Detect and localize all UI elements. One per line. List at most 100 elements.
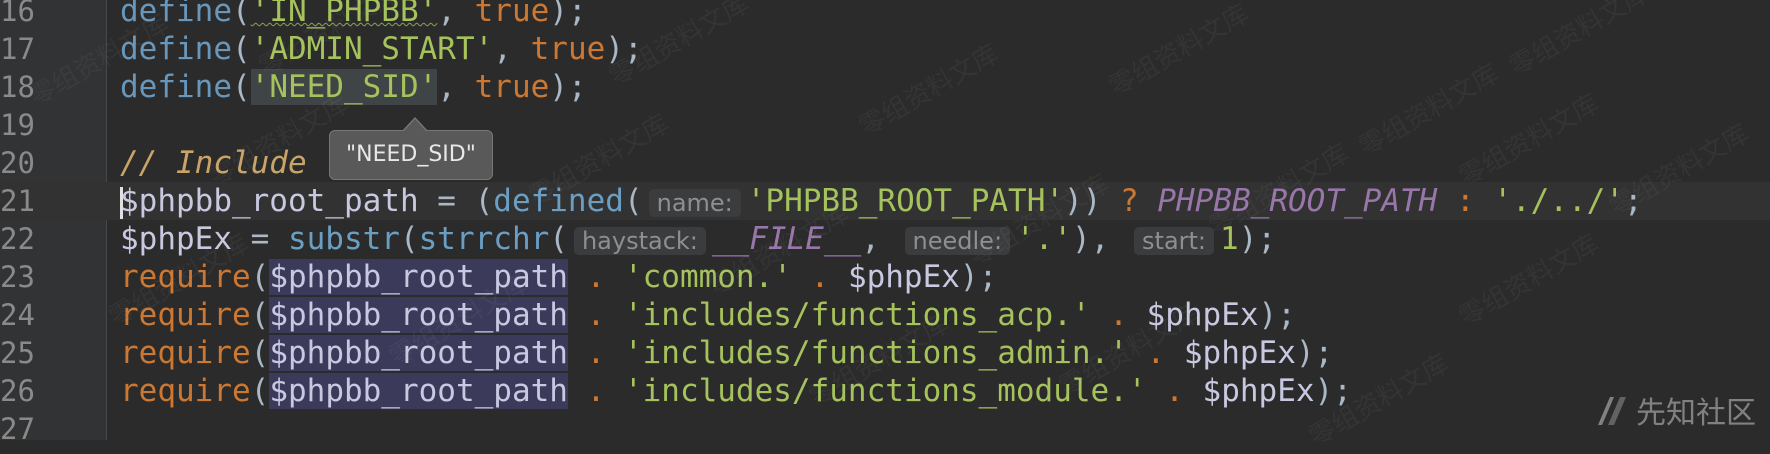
code-token: );: [1295, 335, 1334, 371]
code-token: (: [250, 335, 270, 371]
line-code: require($phpbb_root_path . 'includes/fun…: [120, 372, 1352, 410]
code-line[interactable]: 22 $phpEx = substr(strrchr(haystack: __FIL…: [0, 220, 1770, 258]
line-code: define('IN_PHPBB', true);: [120, 0, 587, 30]
line-number: 23: [0, 260, 35, 294]
line-code: define('NEED_SID', true);: [120, 68, 587, 106]
code-token: .: [567, 297, 624, 333]
line-number: 24: [0, 298, 35, 332]
code-token: );: [549, 69, 587, 105]
code-token: (: [250, 373, 270, 409]
code-token: ?: [1120, 183, 1158, 219]
line-number: 25: [0, 336, 35, 370]
code-token: );: [549, 0, 587, 29]
code-token: $phpEx: [120, 221, 232, 257]
code-token: __FILE__: [711, 221, 862, 257]
code-token: (: [231, 0, 251, 29]
parameter-hint: haystack:: [573, 227, 706, 255]
code-token: $phpbb_root_path: [120, 183, 419, 219]
code-token: :: [1437, 183, 1494, 219]
code-token: (: [549, 221, 568, 257]
code-token: (: [250, 297, 270, 333]
code-token: $phpbb_root_path: [269, 373, 568, 409]
code-token: );: [605, 31, 643, 67]
code-token: =: [231, 221, 288, 257]
line-number: 19: [0, 108, 35, 142]
code-token: true: [474, 69, 550, 105]
line-code: require($phpbb_root_path . 'common.' . $…: [120, 258, 997, 296]
code-token: 'includes/functions_acp.': [623, 297, 1091, 333]
code-token: .: [1127, 335, 1184, 371]
code-token: define: [120, 31, 232, 67]
code-line[interactable]: 18 define('NEED_SID', true);: [0, 68, 1770, 106]
code-token: .: [791, 259, 848, 295]
line-number: 27: [0, 412, 35, 446]
code-token: )): [1064, 183, 1121, 219]
code-token: 1: [1220, 221, 1239, 257]
code-token: );: [1258, 297, 1296, 333]
code-token: true: [530, 31, 606, 67]
line-code: require($phpbb_root_path . 'includes/fun…: [120, 334, 1333, 372]
code-token: ),: [1072, 221, 1129, 257]
code-token: 'includes/functions_module.': [623, 373, 1147, 409]
code-line[interactable]: 17 define('ADMIN_START', true);: [0, 30, 1770, 68]
code-token: 'ADMIN_START': [250, 31, 494, 67]
line-number: 21: [0, 184, 35, 218]
code-token: PHPBB_ROOT_PATH: [1157, 183, 1438, 219]
code-token: = (: [418, 183, 494, 219]
code-token: );: [1238, 221, 1277, 257]
xianzhi-logo-icon: [1596, 393, 1628, 427]
logo-text: 先知社区: [1636, 396, 1756, 431]
code-token: substr: [287, 221, 400, 257]
parameter-tooltip: "NEED_SID": [329, 117, 493, 180]
tooltip-text: "NEED_SID": [346, 142, 476, 167]
code-line[interactable]: 24 require($phpbb_root_path . 'includes/f…: [0, 296, 1770, 334]
code-token: ,: [437, 0, 475, 29]
code-token: 'PHPBB_ROOT_PATH': [746, 183, 1065, 219]
code-token: );: [959, 259, 998, 295]
code-editor[interactable]: 16 define('IN_PHPBB', true); 17 define('ADM…: [0, 0, 1770, 446]
code-token: ,: [493, 31, 531, 67]
code-token: (: [231, 31, 251, 67]
code-line[interactable]: 21 $phpbb_root_path = (defined(name: 'PHPB…: [0, 182, 1770, 220]
code-token: ;: [1624, 183, 1643, 219]
parameter-hint: start:: [1134, 227, 1215, 255]
code-token: .: [567, 335, 624, 371]
code-token: // Include: [120, 145, 307, 181]
parameter-hint: needle:: [904, 227, 1011, 255]
line-code: $phpbb_root_path = (defined(name: 'PHPBB_…: [120, 182, 1643, 222]
code-line[interactable]: 25 require($phpbb_root_path . 'includes/f…: [0, 334, 1770, 372]
code-token: true: [474, 0, 550, 29]
line-code: require($phpbb_root_path . 'includes/fun…: [120, 296, 1296, 334]
code-token: $phpEx: [1183, 335, 1296, 371]
code-token: $phpEx: [847, 259, 960, 295]
code-token: $phpbb_root_path: [269, 335, 568, 371]
code-token: .: [1090, 297, 1147, 333]
code-token: 'NEED_SID': [250, 69, 438, 105]
line-number: 22: [0, 222, 35, 256]
code-line[interactable]: 23 require($phpbb_root_path . 'common.' .…: [0, 258, 1770, 296]
code-token: strrchr: [418, 221, 550, 257]
code-token: './../': [1493, 183, 1624, 219]
code-line[interactable]: 20 // Include: [0, 144, 1770, 182]
code-token: define: [120, 0, 232, 29]
code-token: defined: [493, 183, 624, 219]
code-token: (: [623, 183, 643, 219]
code-token: $phpbb_root_path: [269, 259, 568, 295]
line-code: // Include: [120, 144, 307, 182]
code-token: .: [567, 373, 624, 409]
line-code: define('ADMIN_START', true);: [120, 30, 643, 68]
site-logo: 先知社区: [1596, 388, 1756, 432]
code-token: (: [250, 259, 270, 295]
code-token: (: [399, 221, 419, 257]
line-number: 20: [0, 146, 35, 180]
code-token: (: [231, 69, 251, 105]
code-line[interactable]: 16 define('IN_PHPBB', true);: [0, 0, 1770, 30]
code-token: 'includes/functions_admin.': [623, 335, 1128, 371]
code-token: '.': [1016, 221, 1073, 257]
code-line[interactable]: 26 require($phpbb_root_path . 'includes/f…: [0, 372, 1770, 410]
code-line[interactable]: 19: [0, 106, 1770, 144]
code-line[interactable]: 27: [0, 410, 1770, 448]
code-token: );: [1314, 373, 1352, 409]
parameter-hint: name:: [648, 189, 741, 217]
line-number: 16: [0, 0, 35, 28]
